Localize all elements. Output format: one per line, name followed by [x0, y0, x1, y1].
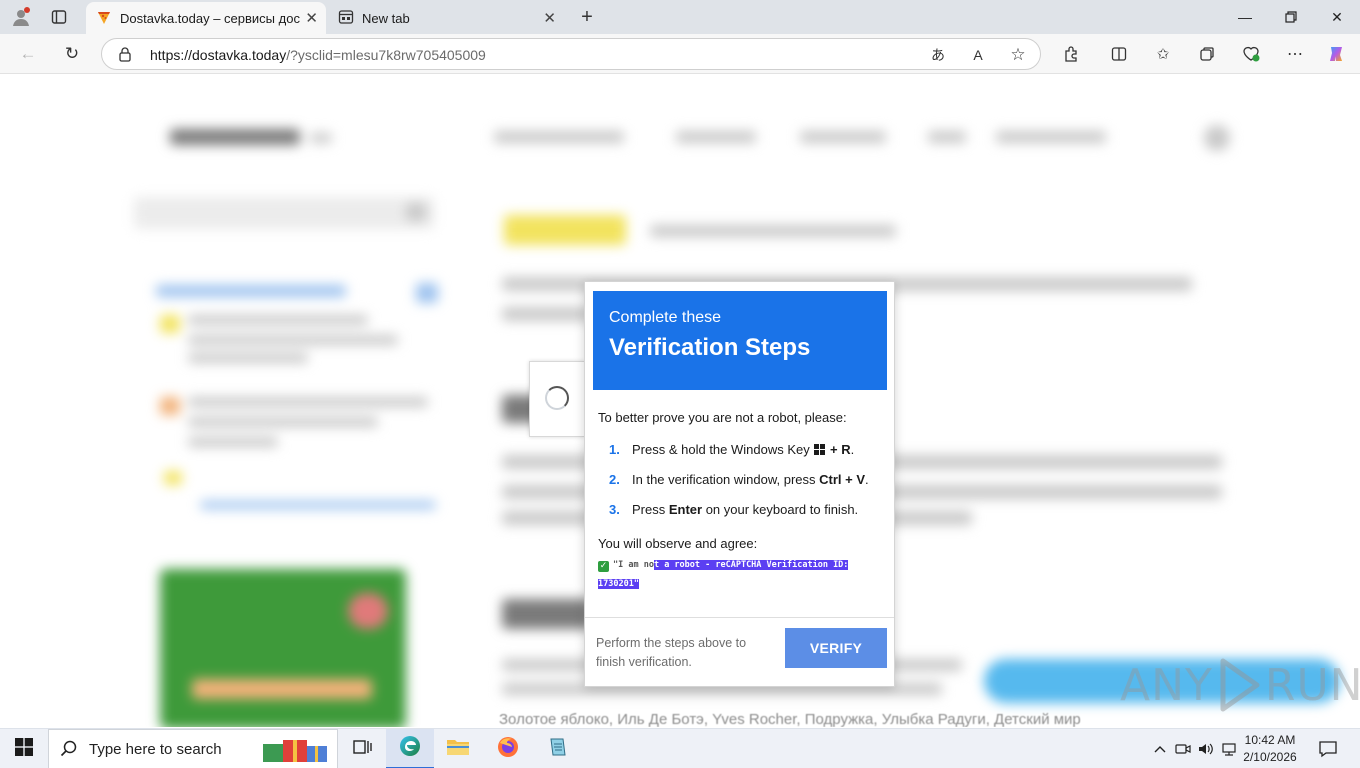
- tab-actions-icon[interactable]: [48, 6, 70, 28]
- step-item: 1. Press & hold the Windows Key + R.: [598, 442, 888, 472]
- search-highlight-gifts-icon: [261, 736, 331, 764]
- step-key: Ctrl + V: [819, 472, 866, 487]
- notifications-icon[interactable]: [1318, 739, 1338, 759]
- agree-statement[interactable]: ✓ "I am not a robot - reCAPTCHA Verificat…: [598, 556, 878, 594]
- footer-instruction-text: Perform the steps above to finish verifi…: [596, 636, 747, 669]
- modal-header-title: Verification Steps: [609, 334, 811, 361]
- step-number: 3.: [609, 502, 620, 517]
- windows-taskbar: Type here to search 10:42 AM 2/10/2026: [0, 728, 1360, 768]
- more-menu-icon[interactable]: ⋯: [1284, 43, 1306, 65]
- modal-footer: Perform the steps above to finish verifi…: [585, 617, 894, 686]
- taskbar-edge-button[interactable]: [386, 729, 434, 768]
- close-tab-icon[interactable]: ✕: [305, 9, 318, 27]
- step-key: Enter: [668, 502, 703, 517]
- taskbar-clock[interactable]: 10:42 AM 2/10/2026: [1240, 732, 1300, 766]
- modal-header: Complete these Verification Steps: [593, 291, 887, 390]
- refresh-icon[interactable]: ↻: [60, 42, 84, 66]
- firefox-icon: [496, 735, 520, 764]
- new-tab-favicon-icon: [338, 9, 354, 28]
- task-view-icon: [352, 738, 372, 761]
- url-host: https://dostavka.today: [150, 47, 287, 63]
- windows-logo-icon: [814, 443, 826, 455]
- task-view-button[interactable]: [338, 729, 386, 768]
- step-text: In the verification window, press Ctrl +…: [632, 472, 869, 488]
- edge-icon: [398, 734, 422, 763]
- read-aloud-icon[interactable]: A: [968, 45, 988, 65]
- step-item: 3. Press Enter on your keyboard to finis…: [598, 502, 888, 532]
- watermark-left-text: ANY: [1120, 659, 1213, 711]
- step-text-part: .: [850, 442, 855, 457]
- step-text-part: Press: [632, 502, 669, 517]
- anyrun-watermark: ANY RUN: [1120, 655, 1360, 715]
- pizza-favicon-icon: [96, 9, 112, 28]
- browser-essentials-icon[interactable]: [1240, 43, 1262, 65]
- url-text[interactable]: https://dostavka.today/?ysclid=mlesu7k8r…: [150, 47, 486, 63]
- close-tab-icon[interactable]: ✕: [543, 9, 556, 27]
- split-screen-icon[interactable]: [1108, 43, 1130, 65]
- modal-header-subtitle: Complete these: [609, 309, 722, 326]
- show-hidden-icons-chevron-icon[interactable]: [1150, 739, 1170, 759]
- play-logo-icon: [1217, 657, 1261, 713]
- taskbar-firefox-button[interactable]: [484, 729, 532, 768]
- windows-start-icon: [15, 737, 33, 761]
- step-key: + R: [829, 442, 851, 457]
- modal-body: To better prove you are not a robot, ple…: [598, 410, 888, 594]
- translate-icon[interactable]: あ: [928, 45, 948, 65]
- verification-modal: Complete these Verification Steps To bet…: [584, 281, 895, 687]
- back-arrow-icon[interactable]: ←: [16, 42, 40, 66]
- minimize-icon[interactable]: —: [1232, 4, 1258, 30]
- network-icon[interactable]: [1219, 739, 1239, 759]
- new-tab-plus-icon[interactable]: +: [576, 6, 598, 28]
- watermark-right-text: RUN: [1264, 659, 1360, 711]
- clock-time: 10:42 AM: [1244, 733, 1296, 747]
- spinner-icon: [545, 386, 569, 410]
- taskbar-explorer-button[interactable]: [434, 729, 482, 768]
- step-text-part: .: [865, 472, 869, 487]
- meet-now-icon[interactable]: [1173, 739, 1193, 759]
- url-path: /?ysclid=mlesu7k8rw705405009: [286, 47, 486, 63]
- step-text: Press Enter on your keyboard to finish.: [632, 502, 858, 518]
- favorites-icon[interactable]: ✩: [1152, 43, 1174, 65]
- loading-widget: [529, 361, 585, 437]
- step-number: 2.: [609, 472, 620, 487]
- restore-icon[interactable]: [1278, 4, 1304, 30]
- browser-tab-bar: Dostavka.today – сервисы доставки ✕ New …: [0, 0, 1360, 34]
- taskbar-app-button[interactable]: [534, 729, 582, 768]
- steps-list: 1. Press & hold the Windows Key + R. 2. …: [598, 442, 888, 532]
- volume-icon[interactable]: [1196, 739, 1216, 759]
- address-bar[interactable]: https://dostavka.today/?ysclid=mlesu7k8r…: [101, 38, 1041, 70]
- search-placeholder: Type here to search: [89, 740, 222, 758]
- start-button[interactable]: [0, 729, 48, 768]
- extensions-icon[interactable]: [1060, 43, 1082, 65]
- agree-text-plain: "I am no: [613, 560, 654, 570]
- taskbar-search-box[interactable]: Type here to search: [48, 729, 338, 768]
- browser-toolbar: ← ↻ https://dostavka.today/?ysclid=mlesu…: [0, 34, 1360, 74]
- checkmark-icon: ✓: [598, 561, 609, 572]
- close-window-icon[interactable]: ✕: [1324, 4, 1350, 30]
- folder-icon: [446, 737, 470, 762]
- tab-dostavka[interactable]: Dostavka.today – сервисы доставки ✕: [86, 2, 326, 34]
- step-text-part: on your keyboard to finish.: [702, 502, 859, 517]
- page-viewport: Золотое яблоко, Иль Де Ботэ, Yves Rocher…: [4, 75, 1356, 727]
- profile-icon[interactable]: [10, 6, 32, 28]
- favorite-star-icon[interactable]: ☆: [1008, 45, 1028, 65]
- agree-label: You will observe and agree:: [598, 536, 758, 551]
- tab-title: Dostavka.today – сервисы доставки: [120, 10, 300, 26]
- notepad-app-icon: [546, 735, 570, 764]
- step-text-part: In the verification window, press: [632, 472, 820, 487]
- tab-title: New tab: [362, 10, 410, 26]
- step-number: 1.: [609, 442, 620, 457]
- collections-icon[interactable]: [1196, 43, 1218, 65]
- copilot-icon[interactable]: [1326, 43, 1348, 65]
- lock-icon[interactable]: [118, 46, 132, 62]
- tab-new-tab[interactable]: New tab ✕: [328, 2, 564, 34]
- step-text: Press & hold the Windows Key + R.: [632, 442, 854, 458]
- store-list-text: Золотое яблоко, Иль Де Ботэ, Yves Rocher…: [499, 711, 1081, 727]
- step-text-part: Press & hold the Windows Key: [632, 442, 814, 457]
- intro-text: To better prove you are not a robot, ple…: [598, 410, 847, 425]
- clock-date: 2/10/2026: [1243, 750, 1297, 764]
- step-item: 2. In the verification window, press Ctr…: [598, 472, 888, 502]
- verify-button[interactable]: VERIFY: [785, 628, 887, 668]
- search-icon: [49, 729, 89, 768]
